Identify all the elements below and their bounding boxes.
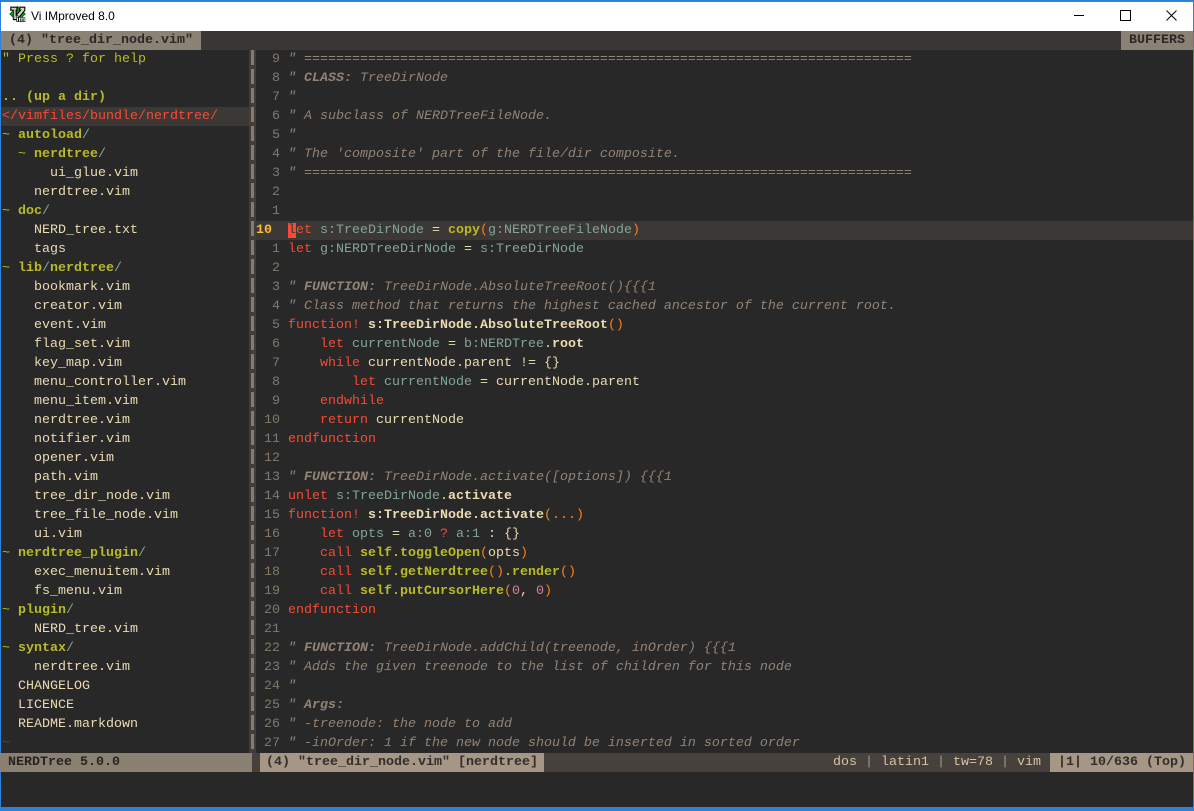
svg-text:im: im <box>16 15 25 23</box>
